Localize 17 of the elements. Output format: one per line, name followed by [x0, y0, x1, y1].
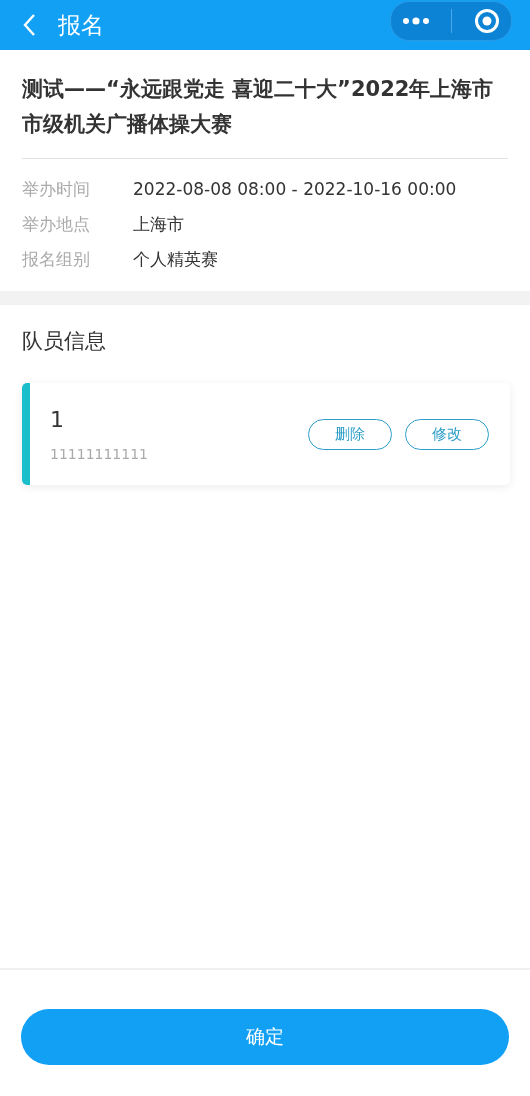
confirm-button[interactable]: 确定 [21, 1009, 509, 1065]
member-phone: 11111111111 [50, 445, 149, 462]
page-title: 报名 [58, 10, 104, 40]
info-value: 2022-08-08 08:00 - 2022-10-16 00:00 [133, 178, 457, 201]
back-icon[interactable] [22, 13, 36, 37]
info-label: 举办地点 [22, 213, 91, 236]
action-button[interactable]: 修改 [405, 418, 489, 450]
section-title: 队员信息 [22, 328, 107, 355]
info-label: 报名组别 [22, 248, 91, 271]
member-name: 1 [50, 406, 65, 432]
info-value: 个人精英赛 [133, 248, 218, 271]
action-button[interactable]: 删除 [308, 418, 392, 450]
info-label: 举办时间 [22, 178, 91, 201]
info-value: 上海市 [133, 213, 184, 236]
close-icon[interactable] [474, 8, 501, 34]
event-title: 测试——“永远跟党走 喜迎二十大”2022年上海市市级机关广播体操大赛 [22, 76, 495, 138]
more-icon[interactable] [401, 17, 430, 25]
